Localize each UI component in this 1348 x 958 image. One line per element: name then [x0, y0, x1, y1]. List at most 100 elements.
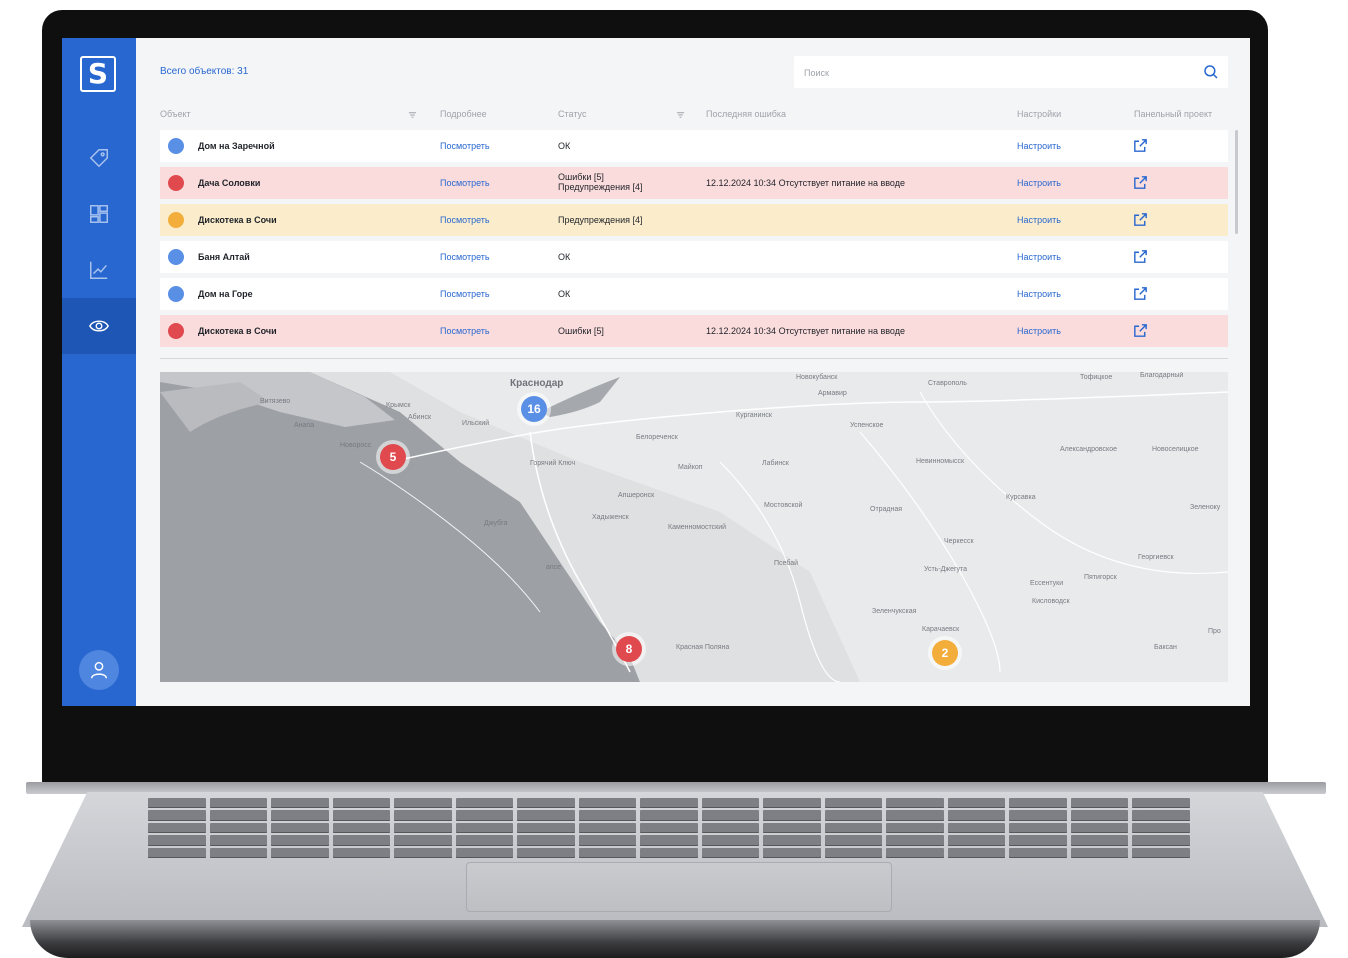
map-cluster-marker[interactable]: 8: [616, 636, 642, 662]
sort-icon[interactable]: [676, 111, 685, 119]
search-icon[interactable]: [1202, 63, 1220, 81]
map-cluster-marker[interactable]: 2: [932, 640, 958, 666]
table-row[interactable]: Дом на Горе Посмотреть ОК Настроить: [160, 278, 1228, 310]
keyboard-key: [947, 822, 1006, 834]
objects-map[interactable]: Краснодар Ставрополь Армавир Новокубанск…: [160, 372, 1228, 682]
configure-link[interactable]: Настроить: [1017, 252, 1061, 262]
search-box[interactable]: [794, 56, 1228, 88]
table-row[interactable]: Дом на Заречной Посмотреть ОК Настроить: [160, 130, 1228, 162]
map-label: Кисловодск: [1032, 598, 1070, 605]
sort-icon[interactable]: [408, 111, 417, 119]
map-label: Про: [1208, 628, 1221, 635]
map-label: Белореченск: [636, 434, 678, 441]
view-details-link[interactable]: Посмотреть: [440, 141, 490, 151]
search-input[interactable]: [802, 64, 1186, 82]
keyboard-key: [640, 847, 698, 858]
keyboard-key: [1009, 798, 1067, 809]
keyboard-key: [148, 822, 206, 834]
object-status: ОК: [558, 141, 571, 151]
map-label: Крымск: [386, 402, 411, 409]
keyboard-key: [332, 798, 391, 809]
profile-button[interactable]: [79, 650, 119, 690]
table-scrollbar[interactable]: [1235, 130, 1238, 234]
map-label: Анапа: [294, 422, 315, 429]
table-row[interactable]: Дискотека в Сочи Посмотреть Предупрежден…: [160, 204, 1228, 236]
column-object[interactable]: Объект: [160, 109, 191, 119]
external-link-icon[interactable]: [1132, 322, 1149, 339]
map-label: Красная Поляна: [676, 644, 730, 651]
keyboard-key: [947, 847, 1006, 858]
keyboard-key: [578, 810, 637, 821]
external-link-icon[interactable]: [1132, 285, 1149, 302]
keyboard-key: [455, 835, 514, 846]
app-screen: S Всего объектов: 31 Поиск Объект Подроб…: [62, 38, 1250, 706]
keyboard-key: [578, 847, 637, 858]
keyboard-key: [824, 847, 883, 858]
keyboard-key: [271, 798, 329, 809]
status-dot: [168, 286, 184, 302]
column-status[interactable]: Статус: [558, 109, 586, 119]
external-link-icon[interactable]: [1132, 248, 1149, 265]
map-label: Карачаевск: [922, 626, 960, 633]
keyboard-key: [332, 810, 391, 821]
map-label: Хадыженск: [592, 514, 629, 521]
sidebar-item-monitoring[interactable]: [62, 298, 136, 354]
view-details-link[interactable]: Посмотреть: [440, 215, 490, 225]
table-row[interactable]: Баня Алтай Посмотреть ОК Настроить: [160, 241, 1228, 273]
view-details-link[interactable]: Посмотреть: [440, 252, 490, 262]
map-label: Тофицкое: [1080, 374, 1113, 381]
object-status: Предупреждения [4]: [558, 215, 643, 225]
keyboard-key: [886, 835, 944, 846]
configure-link[interactable]: Настроить: [1017, 215, 1061, 225]
keyboard-key: [947, 810, 1006, 821]
external-link-icon[interactable]: [1132, 174, 1149, 191]
keyboard-key: [763, 810, 821, 821]
keyboard-key: [271, 810, 329, 821]
map-label: Курганинск: [736, 412, 772, 419]
view-details-link[interactable]: Посмотреть: [440, 326, 490, 336]
external-link-icon[interactable]: [1132, 211, 1149, 228]
keyboard-key: [271, 835, 329, 846]
map-label: Отрадная: [870, 506, 903, 513]
user-icon: [90, 661, 108, 679]
keyboard-key: [886, 822, 944, 834]
keyboard-key: [332, 822, 391, 834]
external-link-icon[interactable]: [1132, 137, 1149, 154]
objects-total: Всего объектов: 31: [160, 66, 249, 77]
app-logo[interactable]: S: [80, 56, 116, 92]
keyboard-key: [1070, 810, 1129, 821]
table-row[interactable]: Дача Соловки Посмотреть Ошибки [5] Преду…: [160, 167, 1228, 199]
view-details-link[interactable]: Посмотреть: [440, 178, 490, 188]
sidebar-item-analytics[interactable]: [62, 242, 136, 298]
configure-link[interactable]: Настроить: [1017, 289, 1061, 299]
configure-link[interactable]: Настроить: [1017, 178, 1061, 188]
object-status: ОК: [558, 252, 571, 262]
keyboard-key: [209, 835, 268, 846]
configure-link[interactable]: Настроить: [1017, 141, 1061, 151]
configure-link[interactable]: Настроить: [1017, 326, 1061, 336]
keyboard-key: [701, 822, 760, 834]
view-details-link[interactable]: Посмотреть: [440, 289, 490, 299]
sidebar-item-tags[interactable]: [62, 130, 136, 186]
keyboard-key: [517, 835, 575, 846]
sidebar-item-dashboard[interactable]: [62, 186, 136, 242]
status-dot: [168, 138, 184, 154]
laptop-keyboard: [148, 798, 1190, 858]
object-name: Дом на Горе: [198, 289, 253, 299]
status-dot: [168, 249, 184, 265]
object-name: Дискотека в Сочи: [198, 326, 277, 336]
divider: [160, 358, 1228, 359]
object-name: Дискотека в Сочи: [198, 215, 277, 225]
table-row[interactable]: Дискотека в Сочи Посмотреть Ошибки [5] 1…: [160, 315, 1228, 347]
keyboard-key: [886, 847, 944, 858]
map-label: Абинск: [408, 414, 432, 421]
map-label: Благодарный: [1140, 372, 1184, 379]
map-label: Краснодар: [510, 378, 564, 389]
last-error: 12.12.2024 10:34 Отсутствует питание на …: [706, 178, 905, 188]
map-label: Армавир: [818, 390, 847, 397]
map-cluster-marker[interactable]: 16: [521, 396, 547, 422]
object-status: ОК: [558, 289, 571, 299]
map-cluster-marker[interactable]: 5: [380, 444, 406, 470]
keyboard-key: [455, 822, 514, 834]
map-label: Горячий Ключ: [530, 460, 576, 467]
